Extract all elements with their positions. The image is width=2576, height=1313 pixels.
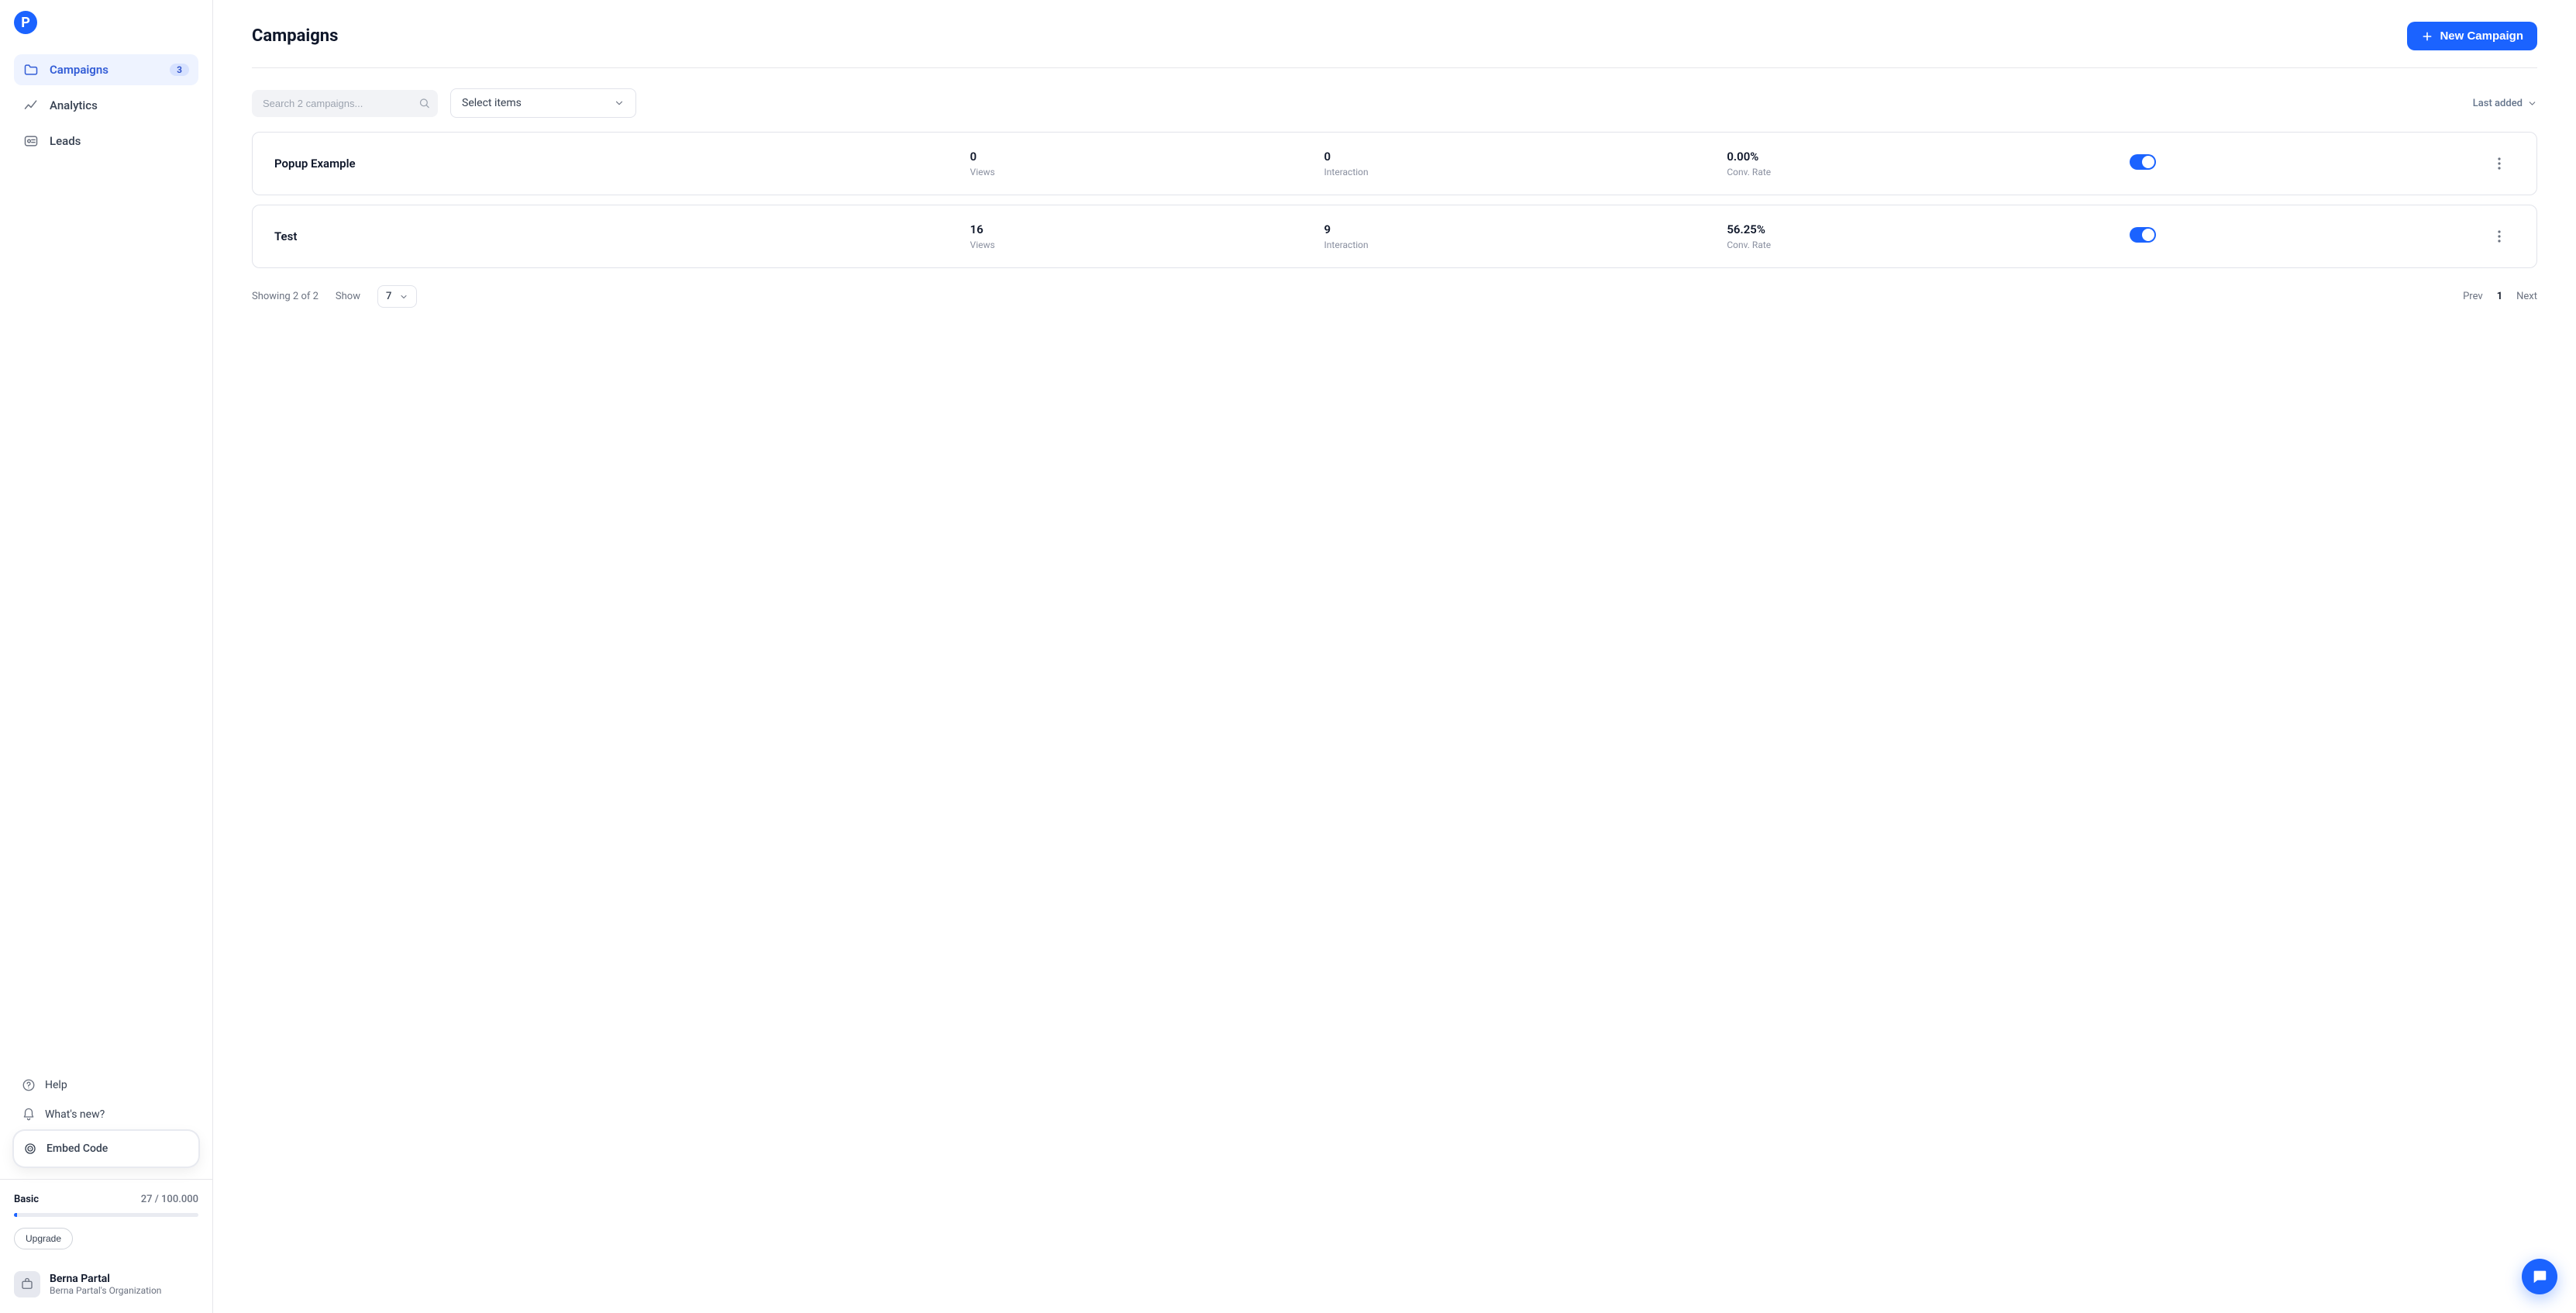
logo-row: P bbox=[14, 11, 198, 48]
toolbar: Select items Last added bbox=[252, 68, 2537, 132]
user-name: Berna Partal bbox=[50, 1273, 161, 1285]
campaign-enable-toggle[interactable] bbox=[2130, 227, 2156, 243]
campaign-name: Popup Example bbox=[274, 157, 958, 171]
show-label: Show bbox=[336, 291, 360, 302]
main: Campaigns New Campaign Select items bbox=[213, 0, 2576, 1313]
page-header: Campaigns New Campaign bbox=[252, 22, 2537, 68]
brand-logo-letter: P bbox=[21, 15, 30, 31]
bottom-link-label: Embed Code bbox=[46, 1142, 108, 1155]
folder-icon bbox=[23, 62, 39, 78]
campaign-views: 0 Views bbox=[970, 150, 1312, 177]
pager-prev[interactable]: Prev bbox=[2463, 291, 2483, 302]
analytics-icon bbox=[23, 98, 39, 113]
metric-value: 0 bbox=[1324, 150, 1715, 164]
metric-label: Views bbox=[970, 167, 1312, 177]
pager-next[interactable]: Next bbox=[2516, 291, 2537, 302]
chevron-down-icon bbox=[2527, 98, 2537, 109]
campaign-enable-toggle[interactable] bbox=[2130, 154, 2156, 170]
sidebar: P Campaigns 3 Analytics Le bbox=[0, 0, 213, 1313]
metric-label: Conv. Rate bbox=[1727, 240, 2117, 250]
avatar bbox=[14, 1271, 40, 1297]
plan-usage: 27 / 100.000 bbox=[141, 1194, 198, 1205]
sidebar-item-label: Analytics bbox=[50, 98, 98, 112]
user-org: Berna Partal's Organization bbox=[50, 1285, 161, 1296]
search-icon bbox=[418, 98, 430, 109]
campaign-views: 16 Views bbox=[970, 222, 1312, 250]
campaign-name: Test bbox=[274, 229, 958, 243]
metric-value: 56.25% bbox=[1727, 222, 2117, 236]
campaign-conv-rate: 56.25% Conv. Rate bbox=[1727, 222, 2117, 250]
metric-label: Conv. Rate bbox=[1727, 167, 2117, 177]
campaign-row[interactable]: Test 16 Views 9 Interaction 56.25% Conv.… bbox=[252, 205, 2537, 268]
sidebar-item-leads[interactable]: Leads bbox=[14, 126, 198, 157]
target-icon bbox=[23, 1142, 37, 1156]
showing-text: Showing 2 of 2 bbox=[252, 291, 319, 302]
help-icon bbox=[22, 1078, 36, 1092]
select-items-dropdown[interactable]: Select items bbox=[450, 88, 636, 118]
campaigns-count-badge: 3 bbox=[170, 64, 189, 76]
new-campaign-label: New Campaign bbox=[2440, 29, 2523, 43]
metric-value: 9 bbox=[1324, 222, 1715, 236]
pager-current[interactable]: 1 bbox=[2497, 291, 2502, 302]
campaign-toggle-wrap bbox=[2130, 227, 2471, 246]
metric-label: Interaction bbox=[1324, 167, 1715, 177]
sidebar-item-label: Campaigns bbox=[50, 63, 108, 77]
chat-fab[interactable] bbox=[2522, 1259, 2557, 1294]
page-size-select[interactable]: 7 bbox=[377, 285, 417, 308]
select-items-label: Select items bbox=[462, 97, 522, 109]
sort-dropdown[interactable]: Last added bbox=[2473, 98, 2537, 109]
campaign-row[interactable]: Popup Example 0 Views 0 Interaction 0.00… bbox=[252, 132, 2537, 195]
embed-code-link[interactable]: Embed Code bbox=[14, 1131, 198, 1167]
search-wrap bbox=[252, 90, 438, 117]
bottom-link-label: Help bbox=[45, 1079, 67, 1091]
campaign-interaction: 9 Interaction bbox=[1324, 222, 1715, 250]
sidebar-bottom-links: Help What's new? Embed Code bbox=[14, 1072, 198, 1167]
plan-name: Basic bbox=[14, 1194, 39, 1205]
campaign-interaction: 0 Interaction bbox=[1324, 150, 1715, 177]
campaign-list: Popup Example 0 Views 0 Interaction 0.00… bbox=[252, 132, 2537, 268]
sidebar-divider bbox=[0, 1179, 212, 1180]
bottom-link-label: What's new? bbox=[45, 1108, 105, 1121]
chevron-down-icon bbox=[399, 292, 408, 302]
sort-label: Last added bbox=[2473, 98, 2523, 109]
chevron-down-icon bbox=[614, 98, 625, 109]
page-title: Campaigns bbox=[252, 26, 338, 46]
campaign-toggle-wrap bbox=[2130, 154, 2471, 173]
row-actions-menu[interactable] bbox=[2484, 157, 2515, 170]
pager: Prev 1 Next bbox=[2463, 291, 2537, 302]
table-footer: Showing 2 of 2 Show 7 Prev 1 Next bbox=[252, 268, 2537, 308]
primary-nav: Campaigns 3 Analytics Leads bbox=[14, 48, 198, 157]
row-actions-menu[interactable] bbox=[2484, 230, 2515, 243]
user-block[interactable]: Berna Partal Berna Partal's Organization bbox=[14, 1271, 198, 1297]
new-campaign-button[interactable]: New Campaign bbox=[2407, 22, 2537, 50]
plan-block: Basic 27 / 100.000 Upgrade bbox=[14, 1194, 198, 1249]
upgrade-button[interactable]: Upgrade bbox=[14, 1228, 73, 1249]
leads-icon bbox=[23, 133, 39, 149]
bell-icon bbox=[22, 1108, 36, 1122]
help-link[interactable]: Help bbox=[14, 1072, 198, 1098]
sidebar-item-campaigns[interactable]: Campaigns 3 bbox=[14, 54, 198, 85]
plan-progress bbox=[14, 1213, 198, 1217]
metric-label: Views bbox=[970, 240, 1312, 250]
metric-value: 0.00% bbox=[1727, 150, 2117, 164]
campaign-conv-rate: 0.00% Conv. Rate bbox=[1727, 150, 2117, 177]
page-size-value: 7 bbox=[386, 291, 391, 302]
sidebar-item-analytics[interactable]: Analytics bbox=[14, 90, 198, 121]
sidebar-item-label: Leads bbox=[50, 134, 81, 148]
brand-logo[interactable]: P bbox=[14, 11, 37, 34]
metric-label: Interaction bbox=[1324, 240, 1715, 250]
metric-value: 0 bbox=[970, 150, 1312, 164]
chat-icon bbox=[2531, 1268, 2548, 1285]
search-input[interactable] bbox=[252, 90, 438, 117]
metric-value: 16 bbox=[970, 222, 1312, 236]
whats-new-link[interactable]: What's new? bbox=[14, 1101, 198, 1128]
plus-icon bbox=[2421, 30, 2433, 43]
